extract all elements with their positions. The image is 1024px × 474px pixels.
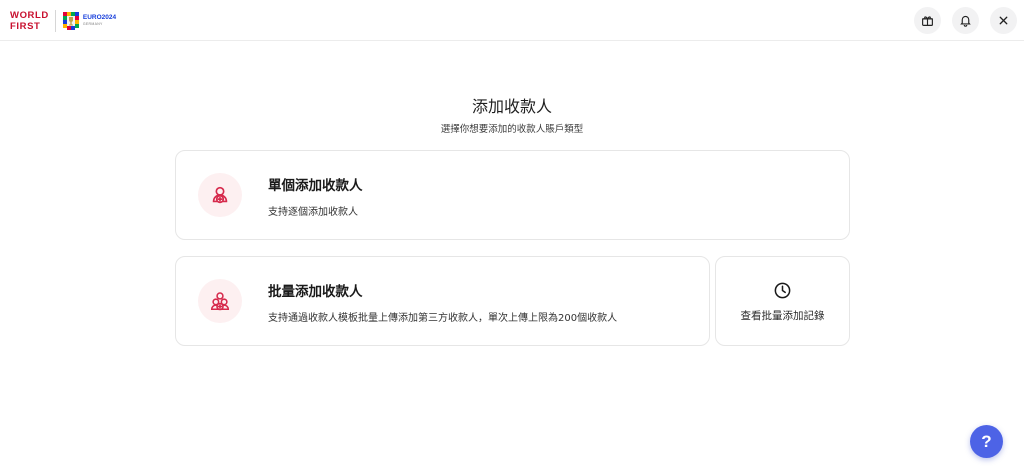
notifications-button[interactable]: [952, 7, 979, 34]
single-add-payee-title: 單個添加收款人: [268, 178, 363, 194]
close-button[interactable]: [990, 7, 1017, 34]
single-add-payee-description: 支持逐個添加收款人: [268, 207, 358, 218]
single-payee-icon-badge: [198, 173, 242, 217]
single-add-payee-card[interactable]: 單個添加收款人 支持逐個添加收款人: [175, 150, 850, 240]
brand-divider: [54, 10, 56, 32]
gift-icon: [922, 16, 933, 26]
batch-add-payee-title: 批量添加收款人: [268, 284, 363, 300]
worldfirst-logo: WORLD FIRST: [10, 10, 49, 32]
batch-payee-icon-badge: [198, 279, 242, 323]
help-button[interactable]: ?: [970, 425, 1003, 458]
bell-icon: [960, 15, 971, 27]
gift-button[interactable]: [914, 7, 941, 34]
close-icon: [999, 16, 1008, 25]
top-actions: [914, 7, 1017, 34]
batch-history-card[interactable]: 查看批量添加記錄: [715, 256, 850, 346]
euro2024-wordmark: EURO2024 GERMANY: [82, 14, 117, 26]
top-bar: WORLD FIRST EURO2024 GERMANY: [0, 0, 1024, 41]
single-payee-icon: [212, 186, 228, 204]
batch-payee-icon: [210, 292, 230, 311]
euro2024-trophy-icon: [62, 12, 80, 30]
page-title: 添加收款人: [471, 97, 552, 116]
brand-logo[interactable]: WORLD FIRST EURO2024 GERMANY: [10, 10, 116, 32]
page-subtitle: 選擇你想要添加的收款人賬戶類型: [440, 124, 584, 135]
batch-add-payee-card[interactable]: 批量添加收款人 支持通過收款人模板批量上傳添加第三方收款人，單次上傳上限為200…: [175, 256, 710, 346]
batch-history-label: 查看批量添加記錄: [740, 310, 825, 322]
clock-icon: [774, 282, 791, 299]
batch-add-payee-description: 支持通過收款人模板批量上傳添加第三方收款人，單次上傳上限為200個收款人: [268, 313, 618, 324]
